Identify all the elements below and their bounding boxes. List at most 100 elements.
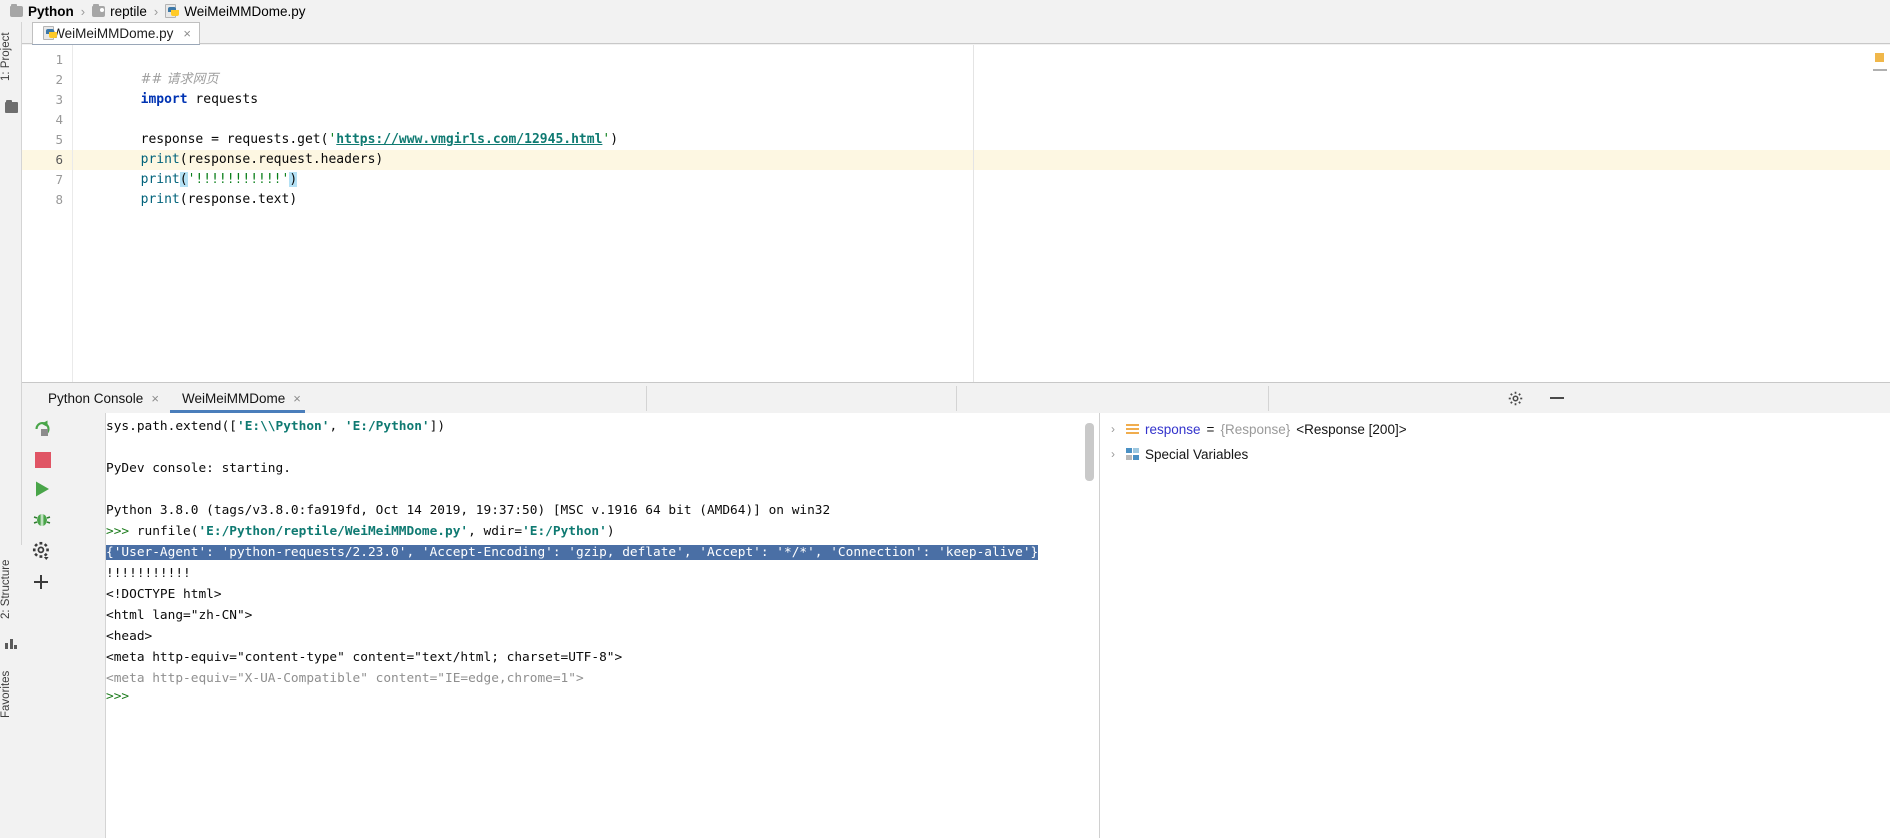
tab-divider — [646, 386, 647, 411]
variable-row-special-variables[interactable]: › Special Variables — [1106, 443, 1248, 465]
chevron-right-icon[interactable]: › — [1106, 447, 1120, 461]
console-output[interactable]: sys.path.extend(['E:\\Python', 'E:/Pytho… — [106, 413, 1100, 838]
console-scrollbar[interactable] — [1085, 423, 1094, 481]
console-line: <meta http-equiv="X-UA-Compatible" conte… — [106, 671, 584, 686]
console-selected-text: {'User-Agent': 'python-requests/2.23.0',… — [106, 545, 1039, 560]
code-line-4: response = requests.get('https://www.vmg… — [78, 110, 618, 147]
breadcrumb-label: Python — [28, 3, 74, 19]
console-line: <head> — [106, 629, 153, 644]
python-file-icon — [43, 26, 57, 41]
editor-tab-strip: WeiMeiMMDome.py × — [22, 22, 1890, 47]
console-line: Python 3.8.0 (tags/v3.8.0:fa919fd, Oct 1… — [106, 503, 831, 518]
console-text: 'E:/Python/reptile/WeiMeiMMDome.py' — [198, 524, 469, 539]
run-icon[interactable] — [32, 479, 54, 501]
chevron-right-icon[interactable]: › — [1106, 422, 1120, 436]
breadcrumb-label: reptile — [110, 3, 147, 19]
console-line: sys.path.extend(['E:\\Python', 'E:/Pytho… — [106, 416, 445, 437]
console-text: 'E:\\Python' — [236, 419, 330, 434]
tab-divider — [956, 386, 957, 411]
tab-label: Python Console — [48, 390, 144, 406]
gutter-divider — [72, 45, 73, 382]
bottom-tool-window: Python Console × WeiMeiMMDome × sys.path… — [22, 382, 1890, 838]
structure-icon[interactable] — [5, 637, 17, 649]
code-line-5: print(response.request.headers) — [78, 130, 384, 167]
close-icon[interactable]: × — [151, 391, 159, 406]
variables-panel[interactable]: › response = {Response} <Response [200]>… — [1100, 413, 1890, 838]
console-line: <!DOCTYPE html> — [106, 587, 222, 602]
folder-icon — [10, 3, 23, 17]
inspection-marker — [1873, 69, 1887, 71]
warning-stripe-icon[interactable] — [1875, 53, 1884, 62]
folder-open-icon — [92, 3, 106, 17]
console-toolbar-primary — [22, 413, 77, 838]
line-number: 4 — [55, 112, 63, 127]
breadcrumb-item-file[interactable]: WeiMeiMMDome.py — [165, 3, 306, 19]
console-line: !!!!!!!!!!! — [106, 566, 191, 581]
sidebar-item-favorites[interactable]: Favorites — [0, 660, 22, 728]
console-text: sys.path.extend([ — [106, 419, 237, 434]
sidebar-item-project[interactable]: 1: Project — [0, 26, 22, 88]
code-editor[interactable]: 1 2 3 4 5 6 7 8 ## 请求网页 import requests … — [22, 45, 1890, 382]
close-icon[interactable]: × — [183, 26, 191, 41]
debug-icon[interactable] — [32, 509, 54, 531]
variable-equals: = — [1206, 421, 1215, 437]
breadcrumb-label: WeiMeiMMDome.py — [184, 3, 306, 19]
settings-icon[interactable] — [32, 541, 54, 563]
console-text: runfile( — [136, 524, 199, 539]
tab-weimeimmdome[interactable]: WeiMeiMMDome × — [170, 383, 313, 413]
console-line: <meta http-equiv="content-type" content=… — [106, 650, 623, 665]
left-tool-rail-bottom: 2: Structure Favorites — [0, 545, 22, 838]
add-icon[interactable] — [32, 573, 54, 595]
python-file-icon — [165, 3, 180, 19]
list-variable-icon — [1126, 423, 1139, 436]
chevron-right-icon: › — [153, 3, 159, 19]
console-text: 'E:/Python' — [522, 524, 607, 539]
code-token-function: print — [140, 192, 180, 207]
console-line-runfile: >>> runfile('E:/Python/reptile/WeiMeiMMD… — [106, 521, 615, 542]
sidebar-item-structure[interactable]: 2: Structure — [0, 553, 22, 625]
folder-icon[interactable] — [5, 100, 18, 113]
variable-row-response[interactable]: › response = {Response} <Response [200]> — [1106, 418, 1407, 440]
variable-value: <Response [200]> — [1296, 421, 1407, 437]
code-token-plain: ) — [610, 132, 619, 147]
minimize-icon[interactable] — [1550, 397, 1564, 399]
console-line-headers: {'User-Agent': 'python-requests/2.23.0',… — [106, 542, 1039, 563]
pycharm-window: Python › reptile › WeiMeiMMDome.py WeiMe… — [0, 0, 1890, 838]
code-line-6: print('!!!!!!!!!!!') — [78, 150, 298, 187]
code-line-1: ## 请求网页 — [78, 50, 219, 87]
tab-python-console[interactable]: Python Console × — [36, 383, 171, 413]
code-line-7: print(response.text) — [78, 170, 298, 207]
console-prompt-line: >>> — [106, 689, 130, 704]
breadcrumb-item-reptile[interactable]: reptile — [92, 3, 147, 19]
console-line: PyDev console: starting. — [106, 461, 291, 476]
editor-gutter[interactable]: 1 2 3 4 5 6 7 8 — [22, 45, 72, 382]
code-token-keyword: import — [140, 92, 188, 107]
console-toolbar-secondary — [77, 413, 157, 838]
console-text: , — [329, 419, 345, 434]
console-text: ]) — [429, 419, 446, 434]
settings-gear-icon[interactable] — [1508, 391, 1523, 409]
variable-label: Special Variables — [1145, 446, 1249, 462]
rerun-icon[interactable] — [32, 418, 54, 440]
variable-name: response — [1145, 421, 1201, 437]
stop-icon[interactable] — [32, 449, 54, 471]
line-number: 3 — [55, 92, 63, 107]
line-number: 5 — [55, 132, 63, 147]
line-number: 8 — [55, 192, 63, 207]
code-token-plain: (response.text) — [179, 192, 298, 207]
console-line: <html lang="zh-CN"> — [106, 608, 253, 623]
breadcrumb-item-python[interactable]: Python — [10, 3, 74, 19]
console-prompt: >>> — [106, 524, 137, 539]
breadcrumb: Python › reptile › WeiMeiMMDome.py — [0, 0, 1890, 22]
code-line-2: import requests — [78, 70, 258, 107]
line-number: 7 — [55, 172, 63, 187]
close-icon[interactable]: × — [293, 391, 301, 406]
line-number: 2 — [55, 72, 63, 87]
line-number: 1 — [55, 52, 63, 67]
console-text: ) — [606, 524, 615, 539]
console-text: 'E:/Python' — [344, 419, 430, 434]
chevron-right-icon: › — [80, 3, 86, 19]
editor-tab-weimeimmdome[interactable]: WeiMeiMMDome.py × — [32, 22, 200, 44]
code-text[interactable]: ## 请求网页 import requests response = reque… — [78, 45, 1890, 382]
code-token-plain: requests — [187, 92, 259, 107]
